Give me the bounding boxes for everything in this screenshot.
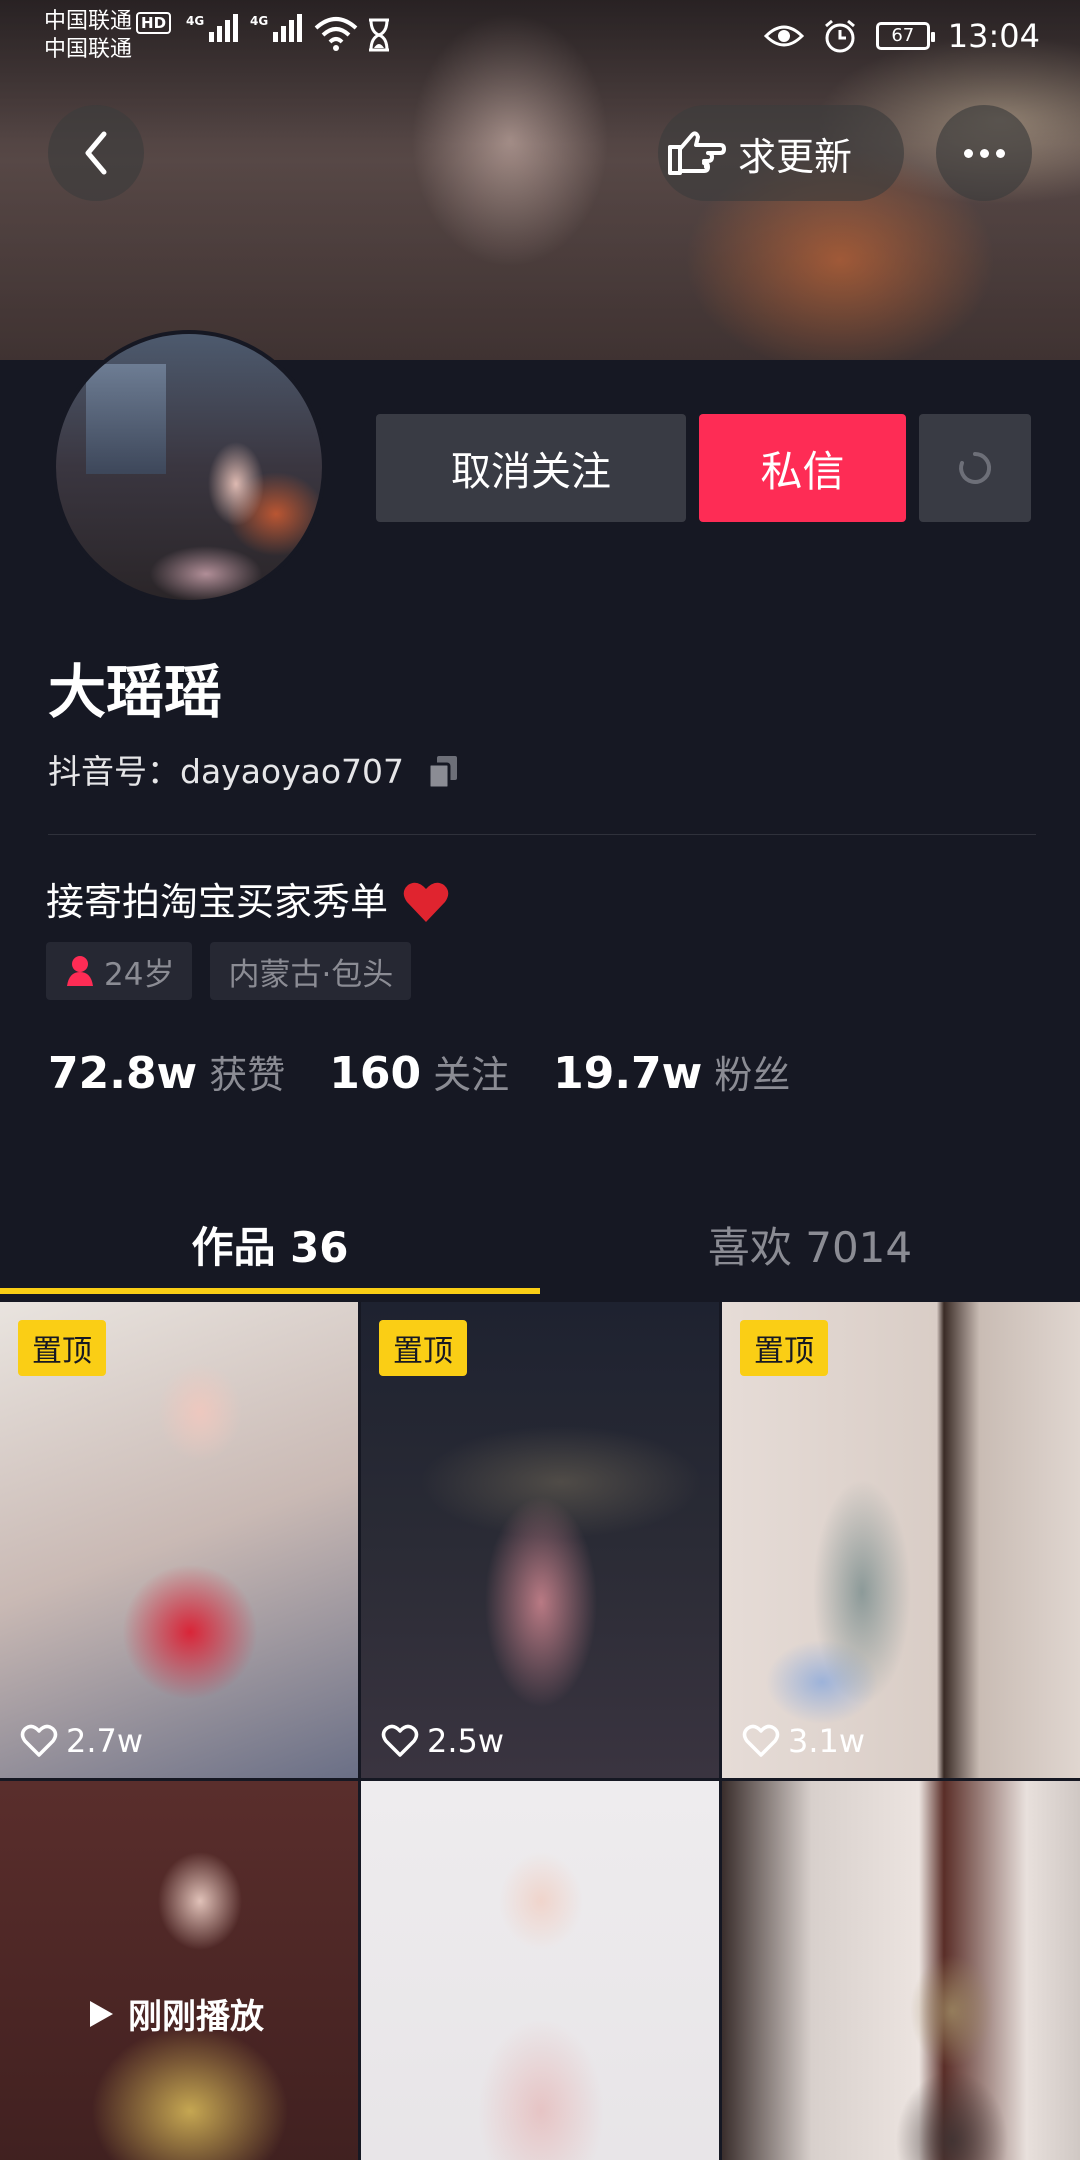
cover-image: 中国联通 HD 中国联通 4G 4G 67 13:04 求更新 bbox=[0, 0, 1080, 360]
loading-spinner-icon bbox=[959, 451, 992, 484]
likes-label: 获赞 bbox=[209, 1053, 286, 1097]
female-icon bbox=[67, 956, 93, 986]
fans-count: 19.7w bbox=[553, 1048, 703, 1099]
carrier-2: 中国联通 bbox=[44, 37, 133, 62]
alarm-icon bbox=[824, 19, 855, 53]
urge-update-button[interactable]: 求更新 bbox=[658, 105, 904, 201]
video-thumbnail[interactable]: 置顶 3.1w bbox=[722, 1302, 1080, 1778]
carrier-info: 中国联通 HD 中国联通 bbox=[44, 8, 172, 64]
just-played-label: 刚刚播放 bbox=[86, 1989, 264, 2038]
red-heart-icon bbox=[403, 882, 449, 922]
tab-liked[interactable]: 喜欢 7014 bbox=[540, 1192, 1080, 1296]
signal-icon-2: 4G bbox=[250, 14, 303, 42]
video-likes-count: 2.5w bbox=[427, 1722, 505, 1760]
active-tab-indicator bbox=[0, 1288, 540, 1294]
urge-update-label: 求更新 bbox=[738, 134, 853, 179]
video-likes-count: 2.7w bbox=[66, 1722, 144, 1760]
heart-outline-icon bbox=[381, 1724, 419, 1757]
profile-tags: 24岁 内蒙古·包头 bbox=[46, 942, 412, 1000]
likes-count: 72.8w bbox=[48, 1048, 198, 1099]
content-tabs: 作品 36 喜欢 7014 bbox=[0, 1192, 1080, 1296]
signal-icon: 4G bbox=[186, 14, 239, 42]
avatar[interactable] bbox=[52, 330, 326, 604]
chevron-left-icon bbox=[85, 131, 107, 175]
divider bbox=[48, 834, 1036, 835]
pinned-badge: 置顶 bbox=[740, 1320, 828, 1376]
back-button[interactable] bbox=[48, 105, 144, 201]
video-thumbnail[interactable] bbox=[361, 1781, 719, 2160]
video-thumbnail[interactable]: 置顶 2.7w bbox=[0, 1302, 358, 1778]
clock: 13:04 bbox=[947, 17, 1040, 55]
pinned-badge: 置顶 bbox=[379, 1320, 467, 1376]
more-options-button[interactable] bbox=[936, 105, 1032, 201]
heart-outline-icon bbox=[20, 1724, 58, 1757]
profile-page: 中国联通 HD 中国联通 4G 4G 67 13:04 求更新 取消关注 私信 … bbox=[0, 0, 1080, 2160]
pinned-badge: 置顶 bbox=[18, 1320, 106, 1376]
video-likes: 3.1w bbox=[742, 1722, 865, 1760]
fans-label: 粉丝 bbox=[714, 1053, 791, 1097]
fans-stat[interactable]: 19.7w 粉丝 bbox=[553, 1044, 790, 1099]
eye-icon bbox=[763, 25, 804, 47]
status-bar: 中国联通 HD 中国联通 4G 4G 67 13:04 bbox=[0, 0, 1080, 72]
video-thumbnail[interactable]: 置顶 2.5w bbox=[361, 1302, 719, 1778]
copy-icon[interactable] bbox=[426, 754, 460, 790]
bio: 接寄拍淘宝买家秀单 bbox=[46, 876, 450, 928]
profile-stats: 72.8w 获赞 160 关注 19.7w 粉丝 bbox=[48, 1044, 834, 1099]
tab-works[interactable]: 作品 36 bbox=[0, 1192, 540, 1296]
following-count: 160 bbox=[329, 1048, 422, 1099]
carrier-1: 中国联通 bbox=[44, 9, 133, 34]
message-button[interactable]: 私信 bbox=[699, 414, 906, 522]
wifi-icon bbox=[314, 17, 358, 51]
just-played-text: 刚刚播放 bbox=[128, 1997, 264, 2037]
douyin-id-label: 抖音号： bbox=[48, 752, 180, 791]
video-grid: 置顶 2.7w 置顶 2.5w 置顶 3.1w 刚刚播放 bbox=[0, 1302, 1080, 2160]
recommend-toggle-button[interactable] bbox=[919, 414, 1031, 522]
video-likes: 2.7w bbox=[20, 1722, 143, 1760]
hourglass-icon bbox=[369, 18, 389, 52]
hd-badge: HD bbox=[136, 12, 172, 34]
age-tag: 24岁 bbox=[46, 942, 193, 1000]
video-likes-count: 3.1w bbox=[788, 1722, 866, 1760]
video-likes: 2.5w bbox=[381, 1722, 504, 1760]
douyin-id-value: dayaoyao707 bbox=[180, 752, 405, 791]
heart-outline-icon bbox=[742, 1724, 780, 1757]
age-tag-label: 24岁 bbox=[104, 956, 175, 993]
douyin-id: 抖音号： dayaoyao707 bbox=[48, 750, 460, 794]
profile-name: 大瑶瑶 bbox=[48, 658, 223, 726]
following-stat[interactable]: 160 关注 bbox=[329, 1044, 509, 1099]
more-dot-icon bbox=[963, 148, 973, 158]
play-icon bbox=[90, 2000, 113, 2027]
video-thumbnail[interactable] bbox=[722, 1781, 1080, 2160]
likes-stat: 72.8w 获赞 bbox=[48, 1044, 285, 1099]
bio-text: 接寄拍淘宝买家秀单 bbox=[46, 880, 389, 924]
location-tag: 内蒙古·包头 bbox=[210, 942, 412, 1000]
location-tag-label: 内蒙古·包头 bbox=[228, 956, 394, 993]
unfollow-button[interactable]: 取消关注 bbox=[376, 414, 686, 522]
pointing-hand-icon bbox=[668, 131, 726, 175]
following-label: 关注 bbox=[433, 1053, 510, 1097]
video-thumbnail[interactable]: 刚刚播放 bbox=[0, 1781, 358, 2160]
battery-indicator: 67 bbox=[875, 22, 935, 50]
